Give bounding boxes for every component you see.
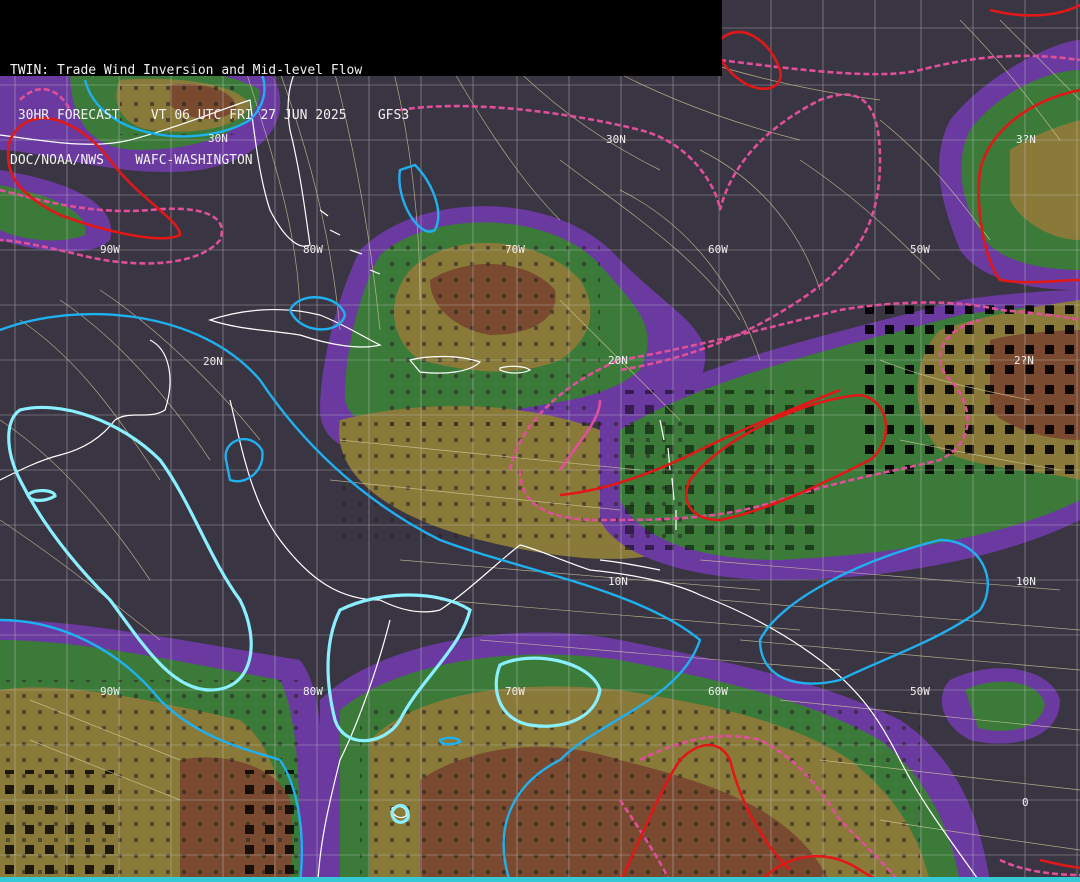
- header-title: TWIN: Trade Wind Inversion and Mid-level…: [10, 63, 363, 78]
- header-source: DOC/NOAA/NWS WAFC-WASHINGTON: [10, 153, 253, 168]
- bottom-border-bar: [0, 877, 1080, 882]
- lat-label-20n-a: 20N: [203, 355, 223, 368]
- lat-label-10n-a: 10N: [608, 575, 628, 588]
- lon-label-50w-b: 50W: [910, 685, 930, 698]
- lat-label-0: 0: [1022, 796, 1029, 809]
- lat-label-20n-b: 20N: [608, 354, 628, 367]
- header-forecast-time: 30HR FORECAST VT 06 UTC FRI 27 JUN 2025 …: [10, 108, 410, 123]
- lon-label-90w-b: 90W: [100, 685, 120, 698]
- lon-label-90w-a: 90W: [100, 243, 120, 256]
- lon-label-50w-a: 50W: [910, 243, 930, 256]
- lat-label-20n-c: 2?N: [1014, 354, 1034, 367]
- lon-label-60w-b: 60W: [708, 685, 728, 698]
- map-header: TWIN: Trade Wind Inversion and Mid-level…: [0, 0, 722, 168]
- lat-label-30n-c: 3?N: [1016, 133, 1036, 146]
- lon-label-70w-a: 70W: [505, 243, 525, 256]
- lon-label-60w-a: 60W: [708, 243, 728, 256]
- lon-label-80w-b: 80W: [303, 685, 323, 698]
- lat-label-10n-b: 10N: [1016, 575, 1036, 588]
- lon-label-70w-b: 70W: [505, 685, 525, 698]
- lon-label-80w-a: 80W: [303, 243, 323, 256]
